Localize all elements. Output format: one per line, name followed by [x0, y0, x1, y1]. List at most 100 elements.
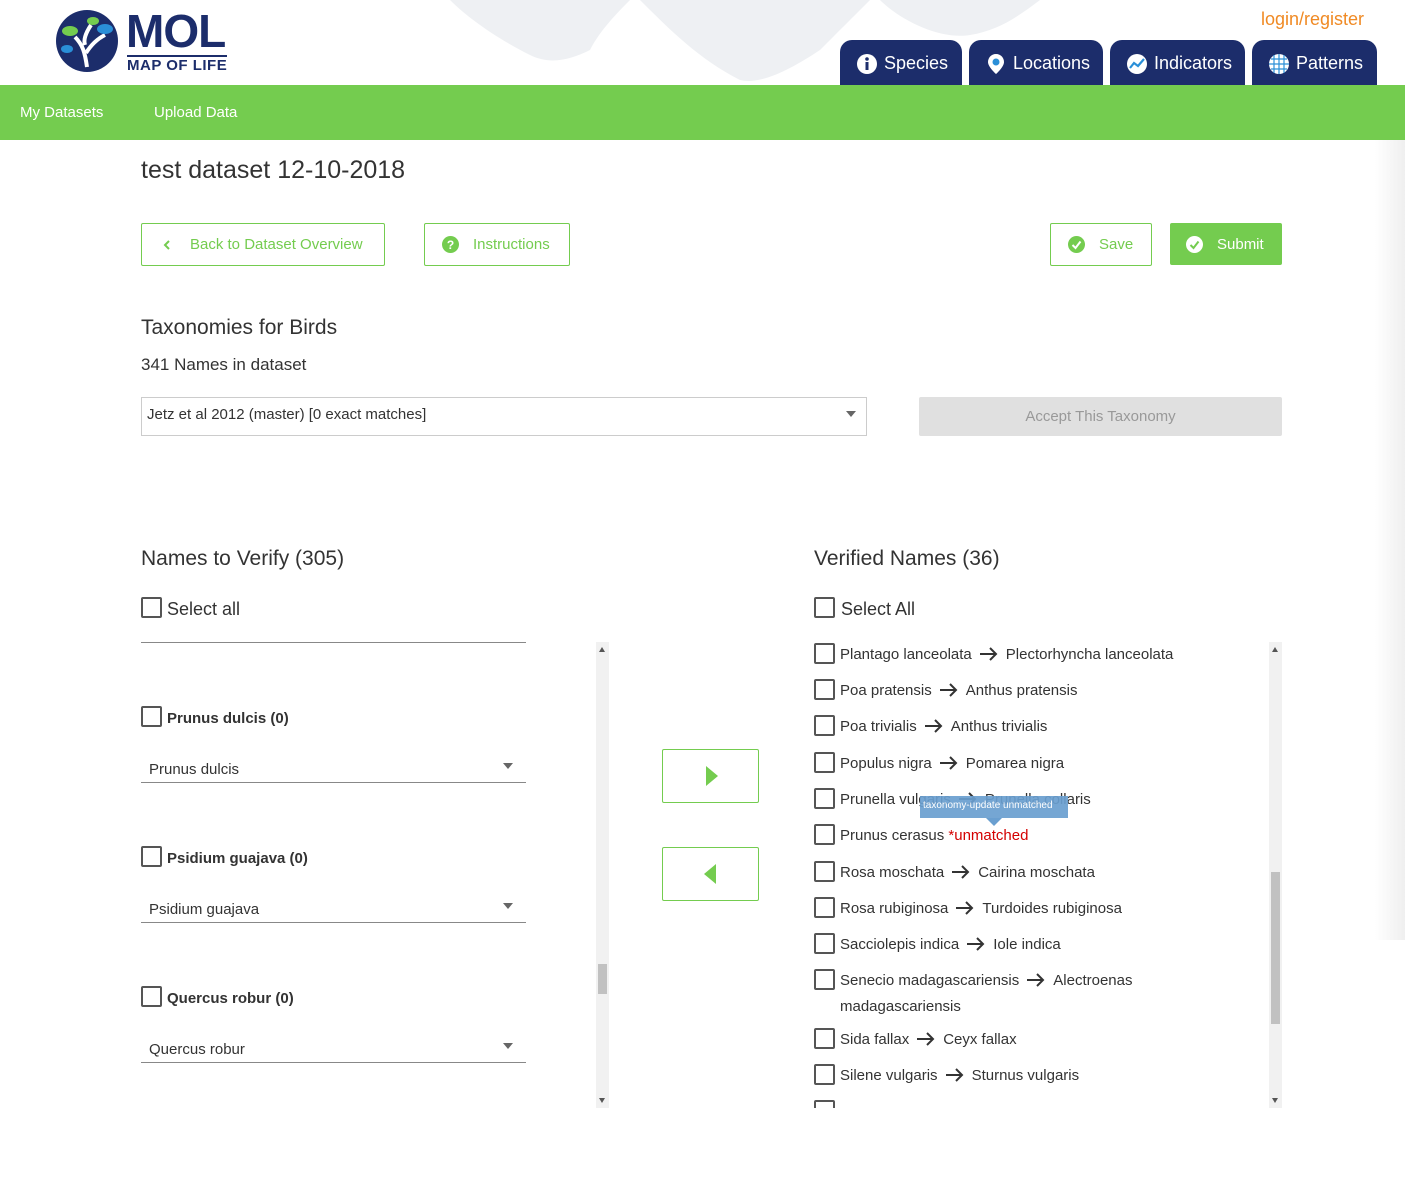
- tab-locations-label: Locations: [1013, 53, 1091, 73]
- species-match-select[interactable]: Prunus dulcis: [141, 753, 526, 783]
- verified-row-checkbox[interactable]: [814, 715, 835, 736]
- select-all-checkbox[interactable]: [141, 597, 162, 618]
- logo-subtitle: MAP OF LIFE: [127, 55, 228, 74]
- source-name: Rosa rubiginosa: [840, 900, 949, 917]
- arrow-right-icon: [939, 683, 958, 697]
- taxonomy-select-value: Jetz et al 2012 (master) [0 exact matche…: [147, 406, 427, 423]
- tab-patterns-label: Patterns: [1296, 53, 1364, 73]
- tab-locations[interactable]: Locations: [969, 40, 1103, 85]
- arrow-right-icon: [945, 1068, 963, 1082]
- verified-row-checkbox[interactable]: [814, 1100, 835, 1108]
- scroll-thumb[interactable]: [1271, 872, 1280, 1024]
- matched-name: Anthus pratensis: [965, 682, 1078, 699]
- chevron-left-icon: [163, 239, 170, 250]
- submit-button[interactable]: Submit: [1170, 223, 1282, 265]
- verified-row-checkbox[interactable]: [814, 969, 835, 990]
- select-all-verified-checkbox[interactable]: [814, 597, 835, 618]
- source-name: Populus nigra: [840, 755, 932, 772]
- tooltip-pointer: [986, 818, 1002, 826]
- upload-data-link[interactable]: Upload Data: [154, 104, 237, 121]
- arrow-right-icon: [1027, 973, 1045, 987]
- verify-list-scrollbar[interactable]: [596, 642, 609, 1108]
- tab-patterns[interactable]: Patterns: [1252, 40, 1377, 85]
- matched-name: Pomarea nigra: [965, 755, 1065, 772]
- arrow-right-icon: [952, 865, 970, 879]
- scroll-up-icon[interactable]: [1272, 647, 1278, 652]
- caret-down-icon: [503, 903, 513, 909]
- unmatched-flag: *unmatched: [948, 827, 1029, 844]
- logo-title: MOL: [126, 5, 226, 57]
- select-all-label: Select all: [167, 599, 241, 619]
- unmatched-tooltip: taxonomy-update unmatched: [920, 796, 1068, 818]
- matched-name: Plectorhyncha lanceolata: [1005, 646, 1174, 663]
- select-all-verified-label: Select All: [841, 599, 916, 619]
- move-to-unverified-button[interactable]: [662, 847, 759, 901]
- verified-row-checkbox[interactable]: [814, 752, 835, 773]
- caret-down-icon: [503, 1043, 513, 1049]
- species-checkbox[interactable]: [141, 706, 162, 727]
- map-of-life-logo[interactable]: MOL MAP OF LIFE: [55, 5, 230, 75]
- my-datasets-link[interactable]: My Datasets: [20, 104, 103, 121]
- triangle-right-icon: [706, 766, 718, 786]
- species-checkbox[interactable]: [141, 846, 162, 867]
- page-title: test dataset 12-10-2018: [141, 156, 406, 184]
- back-button-label: Back to Dataset Overview: [190, 236, 363, 253]
- caret-down-icon: [846, 411, 856, 417]
- source-name: Silene vulgaris: [840, 1067, 938, 1084]
- species-checkbox[interactable]: [141, 986, 162, 1007]
- verified-row-checkbox[interactable]: [814, 788, 835, 809]
- scroll-thumb[interactable]: [598, 964, 607, 994]
- verified-row-checkbox[interactable]: [814, 933, 835, 954]
- back-to-overview-button[interactable]: Back to Dataset Overview: [141, 223, 385, 266]
- taxonomy-select[interactable]: Jetz et al 2012 (master) [0 exact matche…: [141, 397, 867, 436]
- verified-row-checkbox[interactable]: [814, 679, 835, 700]
- verified-row-checkbox[interactable]: [814, 1028, 835, 1049]
- scroll-down-icon[interactable]: [1272, 1098, 1278, 1103]
- species-match-select[interactable]: Quercus robur: [141, 1033, 526, 1063]
- logo-globe-icon: [56, 10, 118, 72]
- matched-name: Iole indica: [993, 936, 1061, 953]
- verified-row-checkbox[interactable]: [814, 861, 835, 882]
- verified-row: Senecio madagascariensis Alectroenas mada…: [814, 969, 1254, 1019]
- scroll-up-icon[interactable]: [599, 647, 605, 652]
- chart-icon: [1127, 53, 1147, 74]
- species-label: Prunus dulcis (0): [167, 710, 289, 727]
- arrow-right-icon: [979, 647, 998, 661]
- top-header: MOL MAP OF LIFE login/register Species L…: [0, 0, 1405, 85]
- matched-name: Turdoides rubiginosa: [982, 900, 1122, 917]
- names-count: 341 Names in dataset: [141, 355, 307, 374]
- page-edge-shadow: [1375, 140, 1405, 940]
- scroll-down-icon[interactable]: [599, 1098, 605, 1103]
- verified-names-title: Verified Names (36): [814, 547, 1000, 570]
- taxonomy-section-title: Taxonomies for Birds: [141, 316, 338, 339]
- move-to-verified-button[interactable]: [662, 749, 759, 803]
- matched-name: Anthus trivialis: [950, 718, 1048, 735]
- verified-row-checkbox[interactable]: [814, 824, 835, 845]
- arrow-right-icon: [967, 937, 985, 951]
- instructions-button[interactable]: ? Instructions: [424, 223, 570, 266]
- check-circle-icon: [1068, 236, 1085, 253]
- globe-grid-icon: [1269, 53, 1289, 74]
- svg-text:?: ?: [447, 238, 454, 252]
- save-button[interactable]: Save: [1050, 223, 1152, 266]
- species-match-select[interactable]: Psidium guajava: [141, 893, 526, 923]
- matched-name: Sturnus vulgaris: [971, 1067, 1080, 1084]
- source-name: Poa pratensis: [840, 682, 932, 699]
- tab-species[interactable]: Species: [840, 40, 962, 85]
- tab-indicators[interactable]: Indicators: [1110, 40, 1245, 85]
- source-name: Sida fallax: [840, 1031, 910, 1048]
- login-register-link[interactable]: login/register: [1261, 9, 1364, 30]
- source-name: Poa trivialis: [840, 718, 917, 735]
- matched-name: Ceyx fallax: [943, 1031, 1017, 1048]
- verified-list-scrollbar[interactable]: [1269, 642, 1282, 1108]
- source-name: Senecio madagascariensis: [840, 972, 1020, 989]
- subnav-bar: My Datasets Upload Data: [0, 85, 1405, 140]
- verified-row-checkbox[interactable]: [814, 1064, 835, 1085]
- tab-species-label: Species: [884, 53, 949, 73]
- accept-taxonomy-button[interactable]: Accept This Taxonomy: [919, 397, 1282, 436]
- source-name: Prunus cerasus: [840, 827, 945, 844]
- names-to-verify-title: Names to Verify (305): [141, 547, 345, 570]
- verified-row-checkbox[interactable]: [814, 643, 835, 664]
- verified-row-checkbox[interactable]: [814, 897, 835, 918]
- question-icon: ?: [442, 236, 459, 253]
